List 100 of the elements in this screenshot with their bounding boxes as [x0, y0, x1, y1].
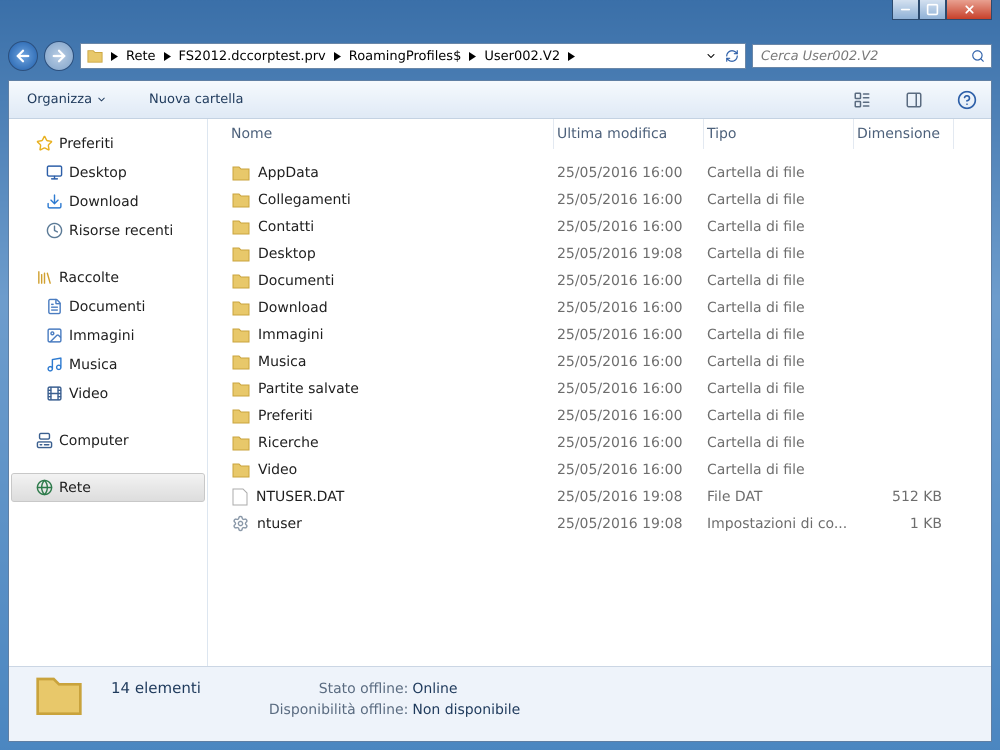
column-header[interactable]: Ultima modifica: [554, 119, 704, 149]
table-cell-text: 25/05/2016 16:00: [556, 408, 684, 424]
document-icon: [46, 298, 63, 315]
folder-icon: [232, 272, 250, 290]
breadcrumb-item[interactable]: Rete: [126, 48, 156, 64]
table-cell-text: Impostazioni di co...: [706, 516, 848, 532]
chevron-icon[interactable]: [111, 52, 118, 60]
table-cell-text: Cartella di file: [706, 354, 806, 370]
file-name[interactable]: AppData: [228, 164, 554, 182]
folder-icon: [232, 298, 250, 316]
file-name[interactable]: Immagini: [228, 326, 554, 344]
sidebar-item[interactable]: Immagini: [11, 321, 205, 350]
file-name[interactable]: ntuser: [228, 515, 554, 532]
table-cell-text: 25/05/2016 16:00: [556, 218, 684, 234]
breadcrumb-item[interactable]: FS2012.dccorptest.prv: [178, 48, 326, 64]
table-cell-text: 25/05/2016 16:00: [556, 272, 684, 288]
sidebar-item[interactable]: Raccolte: [11, 263, 205, 292]
chevron-icon[interactable]: [164, 52, 171, 60]
file-name[interactable]: Video: [228, 460, 554, 478]
chevron-icon[interactable]: [568, 52, 576, 60]
table-cell-text: Cartella di file: [706, 246, 806, 262]
sidebar-item[interactable]: Risorse recenti: [11, 216, 205, 245]
monitor-icon: [46, 164, 63, 181]
folder-icon: [232, 460, 250, 478]
sidebar-item[interactable]: Musica: [11, 350, 205, 379]
file-name[interactable]: Ricerche: [228, 434, 554, 452]
refresh-icon[interactable]: [725, 49, 739, 63]
folder-icon: [232, 326, 250, 344]
search-icon: [971, 49, 985, 63]
maximize-button[interactable]: [919, 0, 946, 20]
table-cell-text: Cartella di file: [706, 326, 806, 342]
folder-icon: [232, 406, 250, 424]
column-header[interactable]: Dimensione: [854, 119, 954, 149]
column-header[interactable]: Tipo: [704, 119, 854, 149]
download-icon: [46, 193, 63, 210]
music-note-icon: [46, 356, 63, 373]
sidebar-item[interactable]: Preferiti: [11, 129, 205, 158]
sidebar-item[interactable]: Download: [11, 187, 205, 216]
forward-arrow-icon: [50, 47, 68, 65]
table-cell-text: Cartella di file: [706, 300, 806, 316]
table-cell-text: Cartella di file: [706, 164, 806, 180]
folder-icon: [232, 434, 250, 452]
file-name[interactable]: Documenti: [228, 272, 554, 290]
chevron-icon[interactable]: [334, 52, 341, 60]
gear-icon: [232, 515, 249, 532]
file-name[interactable]: Collegamenti: [228, 190, 554, 208]
maximize-icon: [926, 3, 939, 16]
view-icon[interactable]: [853, 90, 871, 108]
help-icon[interactable]: [957, 90, 977, 110]
breadcrumb-item[interactable]: RoamingProfiles$: [348, 48, 462, 64]
detail-value: Non disponibile: [412, 702, 520, 718]
item-count: 14 elementi: [111, 679, 201, 697]
table-cell-text: 25/05/2016 16:00: [556, 380, 684, 396]
table-cell-text: File DAT: [706, 488, 764, 504]
table-cell-text: 25/05/2016 16:00: [556, 300, 684, 316]
table-cell-text: 1 KB: [908, 516, 943, 532]
table-cell-text: 25/05/2016 19:08: [556, 516, 684, 532]
table-cell-text: 25/05/2016 16:00: [556, 354, 684, 370]
folder-icon: [232, 164, 250, 182]
file-name[interactable]: Partite salvate: [228, 380, 554, 398]
file-name[interactable]: Desktop: [228, 244, 554, 262]
back-button[interactable]: [8, 41, 38, 71]
organize-menu[interactable]: Organizza: [23, 88, 112, 111]
table-cell-text: Cartella di file: [706, 218, 806, 234]
file-name[interactable]: NTUSER.DAT: [228, 488, 554, 506]
sidebar-item[interactable]: Video: [11, 379, 205, 408]
folder-icon: [87, 48, 103, 64]
folder-icon: [232, 244, 250, 262]
detail-label: Disponibilità offline:: [268, 702, 408, 718]
close-button[interactable]: [946, 0, 992, 20]
file-name[interactable]: Preferiti: [228, 406, 554, 424]
sidebar-item[interactable]: Documenti: [11, 292, 205, 321]
minimize-button[interactable]: [892, 0, 919, 20]
preview-pane-icon[interactable]: [905, 90, 923, 108]
file-name[interactable]: Download: [228, 298, 554, 316]
table-cell-text: Cartella di file: [706, 462, 806, 478]
chevron-icon[interactable]: [469, 52, 476, 60]
sidebar-item[interactable]: Computer: [11, 426, 205, 455]
new-folder-button[interactable]: Nuova cartella: [145, 88, 248, 111]
table-cell-text: 512 KB: [891, 488, 943, 504]
table-cell-text: 25/05/2016 16:00: [556, 434, 684, 450]
sidebar-item[interactable]: Desktop: [11, 158, 205, 187]
forward-button[interactable]: [44, 41, 74, 71]
computer-icon: [36, 432, 53, 449]
folder-icon: [232, 352, 250, 370]
address-bar[interactable]: Rete FS2012.dccorptest.prv RoamingProfiles$ User002.V2: [80, 43, 746, 69]
sidebar-item[interactable]: Rete: [11, 473, 205, 502]
file-icon: [232, 488, 248, 506]
image-icon: [46, 327, 63, 344]
breadcrumb-item[interactable]: User002.V2: [484, 48, 560, 64]
library-icon: [36, 269, 53, 286]
search-box[interactable]: Cerca User002.V2: [752, 44, 992, 68]
globe-icon: [36, 479, 53, 496]
table-cell-text: 25/05/2016 19:08: [556, 488, 684, 504]
table-cell-text: Cartella di file: [706, 380, 806, 396]
table-cell-text: 25/05/2016 16:00: [556, 164, 684, 180]
star-icon: [36, 135, 53, 152]
column-header[interactable]: Nome: [228, 119, 554, 149]
file-name[interactable]: Contatti: [228, 218, 554, 236]
file-name[interactable]: Musica: [228, 352, 554, 370]
